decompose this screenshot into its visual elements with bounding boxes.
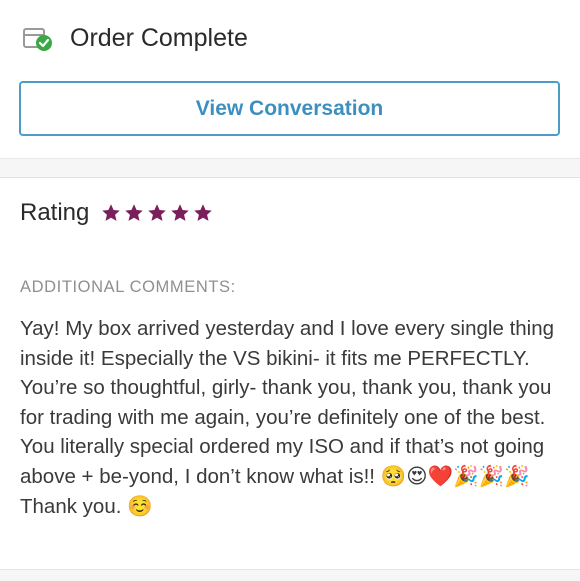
order-status-header: Order Complete (0, 0, 580, 78)
star-icon (148, 204, 167, 221)
additional-comments-label: ADDITIONAL COMMENTS: (20, 278, 236, 296)
star-icon (125, 204, 144, 221)
view-conversation-button[interactable]: View Conversation (19, 81, 560, 136)
star-icon (102, 204, 121, 221)
rating-row: Rating (20, 196, 213, 230)
order-status-title: Order Complete (70, 24, 248, 52)
rating-label: Rating (20, 199, 90, 226)
bottom-divider (0, 569, 580, 581)
additional-comments-text: Yay! My box arrived yesterday and I love… (20, 317, 555, 518)
section-divider (0, 158, 580, 178)
star-icon (171, 204, 190, 221)
star-icon (194, 204, 213, 221)
box-check-icon (22, 25, 54, 53)
rating-stars (101, 203, 213, 223)
